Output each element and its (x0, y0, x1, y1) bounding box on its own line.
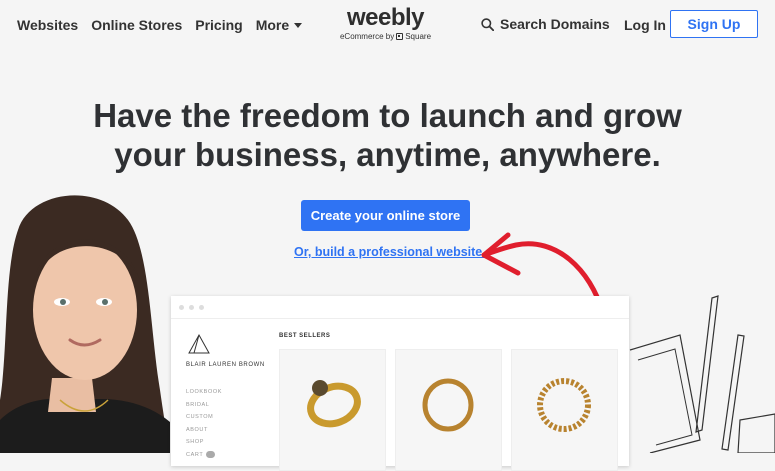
store-menu-cart-label: CART (186, 451, 204, 458)
window-dot-icon (199, 305, 204, 310)
gold-ring-image (307, 380, 361, 428)
person-photo (0, 195, 170, 453)
weebly-logo[interactable]: weebly eCommerce by Square (338, 4, 433, 42)
hero-title-line1: Have the freedom to launch and grow (93, 97, 682, 134)
store-menu-bridal[interactable]: BRIDAL (186, 399, 222, 412)
create-store-button[interactable]: Create your online store (301, 200, 470, 231)
store-side-menu: LOOKBOOK BRIDAL CUSTOM ABOUT SHOP CART (186, 386, 222, 461)
browser-bar (171, 296, 629, 319)
store-menu-cart[interactable]: CART (186, 449, 222, 462)
nav-online-stores[interactable]: Online Stores (91, 17, 182, 33)
cart-badge (206, 450, 216, 458)
caret-down-icon (294, 22, 303, 28)
diamond-band-image (537, 378, 591, 432)
nav-pricing[interactable]: Pricing (195, 17, 242, 33)
brand-triangle-icon (188, 333, 210, 354)
signup-button[interactable]: Sign Up (670, 10, 758, 38)
window-dot-icon (179, 305, 184, 310)
nav-websites[interactable]: Websites (17, 17, 78, 33)
store-menu-custom[interactable]: CUSTOM (186, 411, 222, 424)
hero-title-line2: your business, anytime, anywhere. (114, 136, 661, 173)
top-nav: Websites Online Stores Pricing More weeb… (0, 0, 775, 50)
logo-wordmark: weebly (346, 4, 425, 31)
store-preview: BLAIR LAUREN BROWN LOOKBOOK BRIDAL CUSTO… (171, 296, 629, 471)
logo-sub-prefix: eCommerce by (339, 32, 395, 41)
store-menu-lookbook[interactable]: LOOKBOOK (186, 386, 222, 399)
nav-links: Websites Online Stores Pricing More (17, 17, 303, 33)
square-logo-icon (396, 33, 404, 40)
window-dot-icon (189, 305, 194, 310)
nav-more-label: More (255, 17, 290, 33)
nav-more[interactable]: More (255, 17, 303, 33)
build-website-link[interactable]: Or, build a professional website › (294, 245, 490, 259)
login-link[interactable]: Log In (624, 17, 666, 33)
best-sellers-heading: BEST SELLERS (279, 333, 331, 339)
logo-subline: eCommerce by Square (338, 32, 433, 41)
store-menu-about[interactable]: ABOUT (186, 424, 222, 437)
store-menu-shop[interactable]: SHOP (186, 436, 222, 449)
search-icon (481, 17, 494, 31)
gold-band-image (422, 378, 474, 432)
logo-sub-brand: Square (405, 32, 432, 41)
tools-sketch (629, 295, 775, 453)
hero-title: Have the freedom to launch and grow your… (0, 96, 775, 174)
search-domains-link[interactable]: Search Domains (481, 16, 610, 32)
store-brand-name: BLAIR LAUREN BROWN (186, 362, 265, 368)
search-domains-label: Search Domains (500, 16, 610, 32)
